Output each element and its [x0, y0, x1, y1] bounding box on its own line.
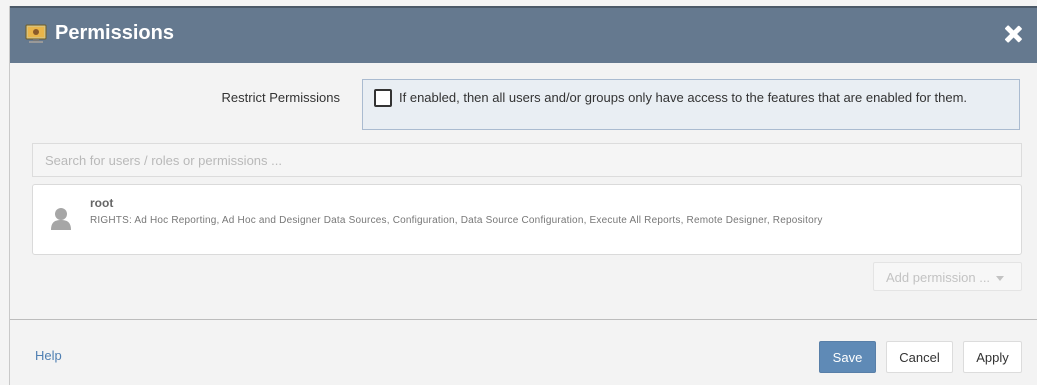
monitor-icon	[25, 24, 47, 43]
dialog-footer: Help Save Cancel Apply	[10, 319, 1037, 385]
permissions-dialog: Permissions Restrict Permissions If enab…	[9, 6, 1037, 385]
close-icon[interactable]	[1002, 23, 1024, 45]
restrict-permissions-label: Restrict Permissions	[221, 90, 340, 105]
cancel-button[interactable]: Cancel	[886, 341, 953, 373]
user-name: root	[90, 196, 114, 210]
restrict-permissions-description: If enabled, then all users and/or groups…	[399, 90, 968, 105]
user-icon	[51, 208, 71, 230]
save-button[interactable]: Save	[819, 341, 876, 373]
dialog-title: Permissions	[55, 22, 174, 44]
user-row-root[interactable]: root RIGHTS: Ad Hoc Reporting, Ad Hoc an…	[32, 184, 1022, 255]
add-permission-label: Add permission ...	[886, 270, 991, 285]
restrict-permissions-box: If enabled, then all users and/or groups…	[362, 79, 1020, 130]
dialog-titlebar: Permissions	[10, 6, 1037, 63]
add-permission-dropdown[interactable]: Add permission ...	[873, 262, 1022, 291]
help-link[interactable]: Help	[35, 348, 62, 363]
restrict-permissions-checkbox[interactable]	[374, 89, 392, 107]
search-input[interactable]	[32, 143, 1022, 177]
user-rights: RIGHTS: Ad Hoc Reporting, Ad Hoc and Des…	[90, 215, 823, 226]
apply-button[interactable]: Apply	[963, 341, 1022, 373]
caret-down-icon	[996, 276, 1005, 282]
